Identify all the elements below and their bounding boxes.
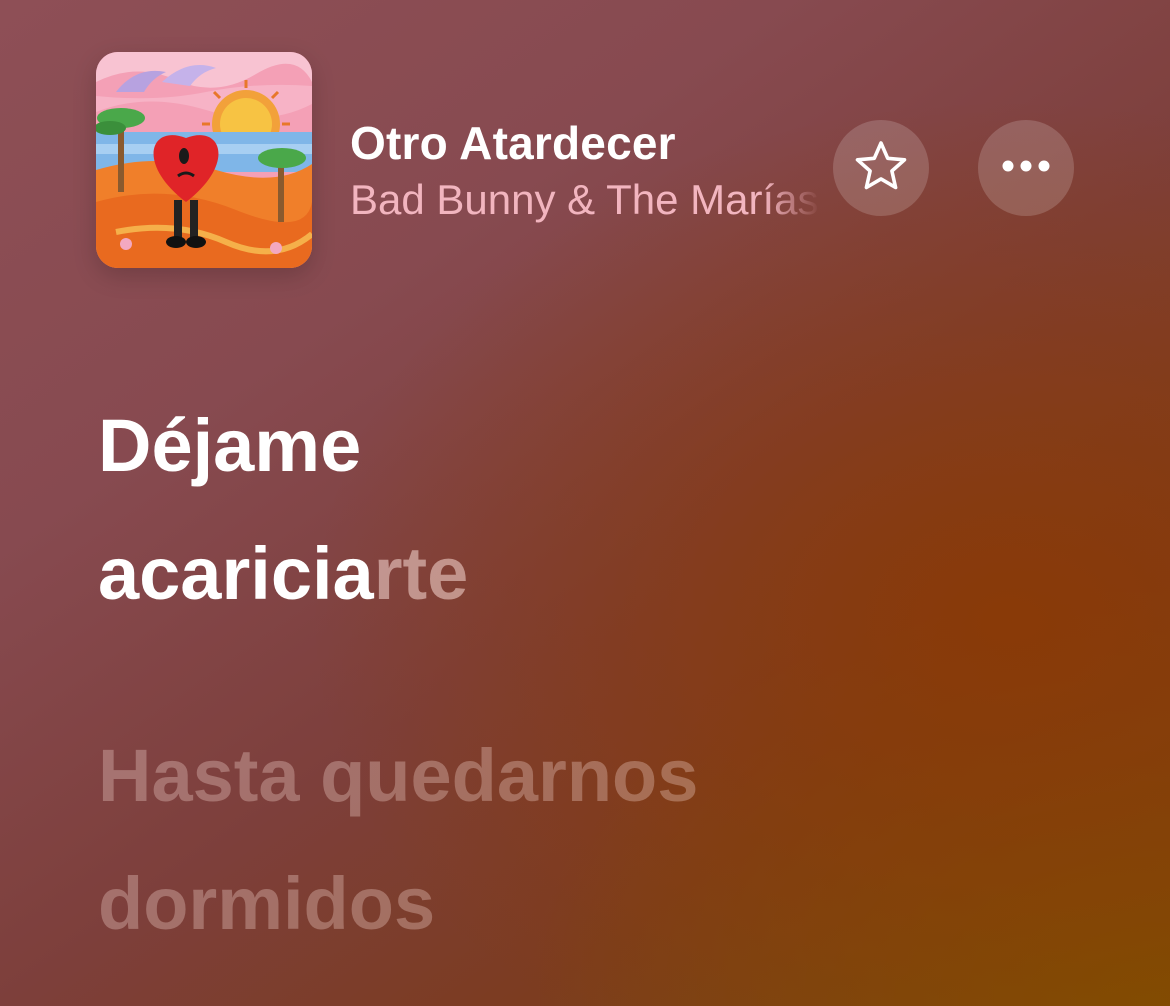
- current-lyric-line-2: acariciarte: [98, 510, 468, 638]
- song-title[interactable]: Otro Atardecer: [350, 116, 676, 170]
- album-artwork-image: [96, 52, 312, 268]
- current-lyric[interactable]: Déjame acariciarte: [98, 382, 468, 638]
- album-artwork[interactable]: [96, 52, 312, 268]
- current-lyric-line-1: Déjame: [98, 404, 362, 487]
- next-lyric-line-1: Hasta quedarnos: [98, 734, 699, 817]
- song-artist[interactable]: Bad Bunny & The Marías: [350, 176, 820, 224]
- current-lyric-sung-portion: acaricia: [98, 532, 374, 615]
- current-lyric-unsung-portion: rte: [373, 532, 469, 615]
- next-lyric-line-2: dormidos: [98, 862, 436, 945]
- next-lyric[interactable]: Hasta quedarnos dormidos: [98, 712, 698, 968]
- ellipsis-icon: [1000, 159, 1052, 178]
- favorite-button[interactable]: [833, 120, 929, 216]
- star-outline-icon: [853, 138, 909, 199]
- more-options-button[interactable]: [978, 120, 1074, 216]
